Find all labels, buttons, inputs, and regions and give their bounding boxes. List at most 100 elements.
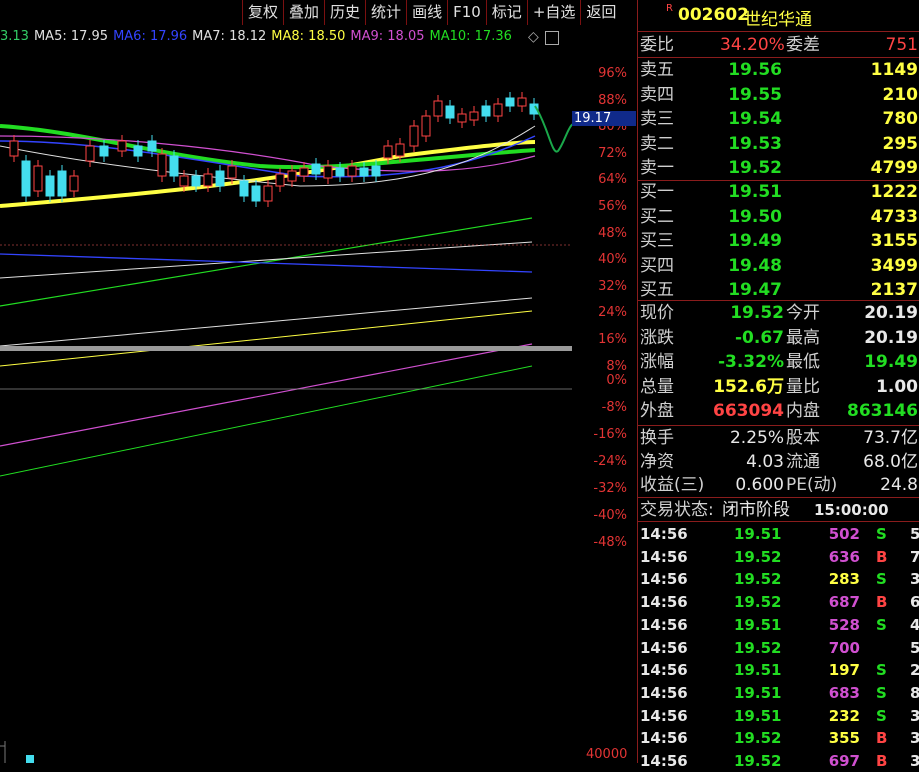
candle	[505, 97, 515, 107]
ma-label-2: MA6: 17.96	[113, 29, 188, 44]
volume-axis-label: 40000	[586, 747, 628, 762]
axis-label: 8%	[606, 358, 627, 374]
candle	[203, 173, 213, 187]
axis-label: -16%	[593, 427, 627, 442]
candle	[215, 170, 225, 187]
tick-row: 14:56 19.51 502 S 5	[640, 525, 919, 543]
toolbar: 复权 叠加 历史 统计 画线 F10 标记 +自选 返回	[242, 0, 621, 25]
candle	[335, 167, 345, 177]
ma-legend: 3.13 MA5: 17.95 MA6: 17.96 MA7: 18.12 MA8: 1…	[0, 27, 517, 47]
axis-label: 88%	[598, 92, 627, 108]
sell-row: 卖一 19.52 4799	[640, 158, 918, 179]
ma-label-6: MA10: 17.36	[429, 29, 512, 44]
candle	[517, 97, 527, 107]
sell-row: 卖五 19.56 1149	[640, 60, 918, 80]
candle	[311, 163, 321, 175]
tick-row: 14:56 19.51 683 S 8	[640, 683, 919, 702]
toolbar-button-4[interactable]: 画线	[406, 0, 447, 25]
trade-status-row: 交易状态: 闭市阶段 15:00:00	[640, 500, 889, 520]
candle	[347, 165, 357, 177]
candle	[133, 145, 143, 157]
weibi-row: 委比 34.20% 委差 751	[640, 35, 918, 55]
tick-row: 14:56 19.52 355 B 3	[640, 729, 919, 748]
axis-label: 0%	[606, 373, 627, 388]
tick-row: 14:56 19.52 697 B 3	[640, 752, 919, 770]
info-row: 净资 4.03 流通 68.0亿	[640, 451, 918, 472]
candle	[493, 103, 503, 117]
tick-row: 14:56 19.52 636 B 7	[640, 547, 919, 566]
settings-box-icon[interactable]	[545, 31, 559, 45]
info-row: 换手 2.25% 股本 73.7亿	[640, 428, 918, 448]
info-row: 收益(三) 0.600 PE(动) 24.8	[640, 475, 918, 496]
candle	[395, 143, 405, 157]
percent-axis: 96% 88% 80% 72% 64% 56% 48% 40% 32% 24% 16% 8% 0% -8%…	[572, 46, 631, 763]
candle	[69, 175, 79, 192]
candle	[469, 111, 479, 121]
axis-label: -24%	[593, 454, 627, 469]
candle	[445, 105, 455, 119]
sell-row: 卖二 19.53 295	[640, 133, 918, 154]
buy-row: 买三 19.49 3155	[640, 231, 918, 252]
candle	[433, 100, 443, 117]
candle	[33, 165, 43, 192]
badge-r: R	[666, 3, 673, 14]
candle	[117, 140, 127, 152]
kline-chart[interactable]	[0, 46, 572, 763]
tick-row: 14:56 19.52 283 S 3	[640, 570, 919, 589]
candle	[481, 105, 491, 117]
candle	[421, 115, 431, 137]
toolbar-button-2[interactable]: 历史	[324, 0, 365, 25]
stock-code: 002602	[678, 5, 749, 25]
candle	[239, 180, 249, 197]
toolbar-button-8[interactable]: 返回	[580, 0, 621, 25]
axis-label: 72%	[598, 145, 627, 161]
candle	[227, 165, 237, 179]
quote-panel: R 002602 世纪华通 委比 34.20% 委差 751 卖五 19.56 11…	[637, 0, 919, 770]
tick-row: 14:56 19.52 700 5	[640, 638, 919, 657]
ma-label-5: MA9: 18.05	[350, 29, 425, 44]
sell-row: 卖四 19.55 210	[640, 84, 918, 105]
toolbar-button-1[interactable]: 叠加	[283, 0, 324, 25]
candle	[359, 167, 369, 177]
quote-row: 涨幅 -3.32% 最低 19.49	[640, 352, 918, 373]
candle	[169, 155, 179, 177]
candle	[21, 160, 31, 197]
diamond-icon[interactable]: ◇	[528, 29, 539, 45]
candle	[457, 113, 467, 123]
axis-label: -32%	[593, 481, 627, 496]
toolbar-button-3[interactable]: 统计	[365, 0, 406, 25]
buy-row: 买二 19.50 4733	[640, 206, 918, 227]
toolbar-button-5[interactable]: F10	[447, 0, 486, 25]
axis-label: -48%	[593, 535, 627, 550]
ma-label-3: MA7: 18.12	[192, 29, 267, 44]
quote-row: 总量 152.6万 量比 1.00	[640, 376, 918, 397]
toolbar-button-7[interactable]: +自选	[526, 0, 581, 25]
axis-label: 56%	[598, 199, 627, 214]
candle	[251, 185, 261, 202]
candle	[45, 175, 55, 197]
toolbar-button-6[interactable]: 标记	[485, 0, 527, 25]
candle	[287, 170, 297, 182]
toolbar-button-0[interactable]: 复权	[242, 0, 283, 25]
candle	[147, 140, 157, 152]
axis-label: 24%	[598, 305, 627, 321]
candle	[57, 170, 67, 197]
price-tag: 19.17	[572, 111, 636, 126]
tick-row: 14:56 19.51 197 S 2	[640, 661, 919, 680]
candle	[191, 175, 201, 187]
buy-row: 买四 19.48 3499	[640, 255, 918, 276]
buy-row: 买五 19.47 2137	[640, 280, 918, 301]
quote-row: 现价 19.52 今开 20.19	[640, 303, 918, 323]
sell-row: 卖三 19.54 780	[640, 109, 918, 130]
quote-row: 外盘 663094 内盘 863146	[640, 401, 918, 422]
ma-label-4: MA8: 18.50	[271, 29, 346, 44]
candle	[383, 145, 393, 159]
axis-label: -8%	[601, 400, 627, 415]
candle	[157, 153, 167, 177]
ma-label-0: 3.13	[0, 29, 29, 44]
axis-label: 64%	[598, 172, 627, 188]
tick-row: 14:56 19.52 687 B 6	[640, 593, 919, 612]
candle	[323, 165, 333, 179]
axis-label: 16%	[598, 332, 627, 347]
axis-label: 32%	[598, 278, 627, 294]
